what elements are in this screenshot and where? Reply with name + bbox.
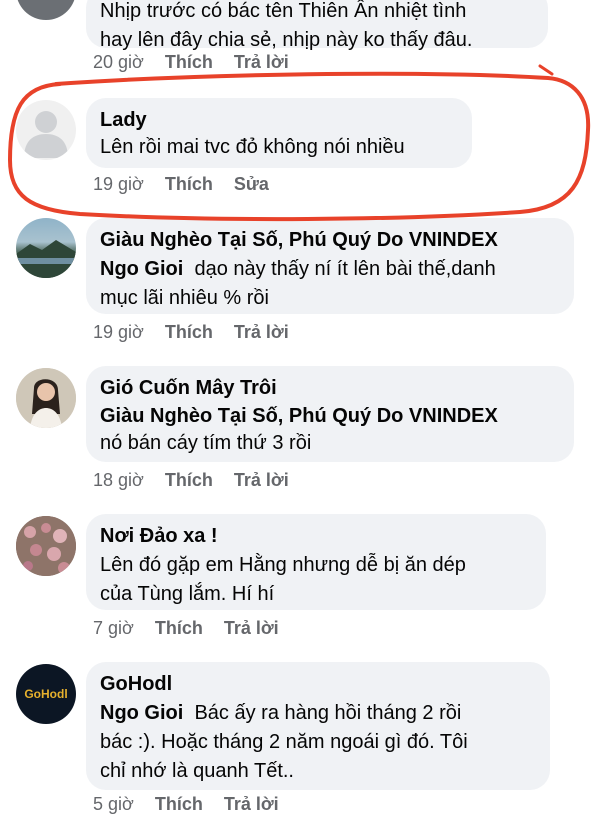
comment-actions: 18 giờ Thích Trả lời [93,470,305,491]
reply-button[interactable]: Trả lời [234,52,289,72]
landscape-photo-icon [16,240,76,278]
like-button[interactable]: Thích [165,322,213,342]
person-photo-icon [16,368,76,428]
comment-text: Lên đó gặp em Hằng nhưng dễ bị ăn dép [100,554,466,576]
edit-button[interactable]: Sửa [234,174,269,194]
comment-text: Ngo Gioi dạo này thấy ní ít lên bài thế,… [100,255,560,284]
comment-time[interactable]: 19 giờ [93,174,144,194]
comment-text-part: dạo này thấy ní ít lên bài thế,danh [194,258,496,280]
comment-time[interactable]: 5 giờ [93,794,134,814]
comment-text: chỉ nhớ là quanh Tết.. [100,760,294,782]
like-button[interactable]: Thích [165,470,213,490]
comment-bubble: Nơi Đảo xa ! Lên đó gặp em Hằng nhưng dễ… [86,514,546,610]
comment-actions: 7 giờ Thích Trả lời [93,618,295,639]
flowers-photo-icon [16,516,76,576]
comment-time[interactable]: 7 giờ [93,618,134,638]
reply-button[interactable]: Trả lời [224,794,279,814]
comment-bubble: GoHodl Ngo Gioi Bác ấy ra hàng hồi tháng… [86,662,550,790]
comment-text: bác :). Hoặc tháng 2 năm ngoái gì đó. Tô… [100,731,468,753]
avatar[interactable]: GoHodl [16,664,76,724]
comment-text: nó bán cáy tím thứ 3 rồi [100,432,312,454]
comment-actions: 20 giờ Thích Trả lời [93,52,305,73]
comment-text: Ngo Gioi Bác ấy ra hàng hồi tháng 2 rồi [100,699,536,728]
comment-bubble: Nhịp trước có bác tên Thiên Ân nhiệt tìn… [86,0,548,51]
mention-link[interactable]: Giàu Nghèo Tại Số, Phú Quý Do VNINDEX [100,403,560,429]
comment-text-part: Bác ấy ra hàng hồi tháng 2 rồi [194,702,462,724]
comment-text: mục lãi nhiêu % rồi [100,287,269,309]
avatar[interactable] [16,100,76,160]
mention-link[interactable]: Ngo Gioi [100,258,183,280]
reply-button[interactable]: Trả lời [224,618,279,638]
comment-author[interactable]: GoHodl [100,671,536,697]
comment-time[interactable]: 20 giờ [93,52,144,72]
comment-bubble: Lady Lên rồi mai tvc đỏ không nói nhiều [86,98,472,168]
like-button[interactable]: Thích [165,174,213,194]
avatar[interactable] [16,218,76,278]
like-button[interactable]: Thích [165,52,213,72]
mention-link[interactable]: Ngo Gioi [100,702,183,724]
default-user-icon [24,111,68,158]
comment-author[interactable]: Gió Cuốn Mây Trôi [100,375,560,401]
comment-time[interactable]: 19 giờ [93,322,144,342]
reply-button[interactable]: Trả lời [234,322,289,342]
comment-bubble: Giàu Nghèo Tại Số, Phú Quý Do VNINDEX Ng… [86,218,574,314]
like-button[interactable]: Thích [155,794,203,814]
comment-text: Lên rồi mai tvc đỏ không nói nhiều [100,136,405,158]
comment-author[interactable]: Lady [100,107,458,133]
comment-actions: 19 giờ Thích Trả lời [93,322,305,343]
avatar[interactable] [16,0,76,20]
comment-author[interactable]: Nơi Đảo xa ! [100,523,532,549]
comment-time[interactable]: 18 giờ [93,470,144,490]
comment-text: của Tùng lắm. Hí hí [100,583,275,605]
reply-button[interactable]: Trả lời [234,470,289,490]
avatar[interactable] [16,516,76,576]
avatar-logo-text: GoHodl [24,687,68,701]
avatar[interactable] [16,368,76,428]
comment-bubble: Gió Cuốn Mây Trôi Giàu Nghèo Tại Số, Phú… [86,366,574,462]
comment-text: Nhịp trước có bác tên Thiên Ân nhiệt tìn… [100,0,467,22]
comment-author[interactable]: Giàu Nghèo Tại Số, Phú Quý Do VNINDEX [100,227,560,253]
comment-actions: 5 giờ Thích Trả lời [93,794,295,815]
like-button[interactable]: Thích [155,618,203,638]
comment-text: hay lên đây chia sẻ, nhịp này ko thấy đâ… [100,29,473,51]
comment-actions: 19 giờ Thích Sửa [93,174,285,195]
